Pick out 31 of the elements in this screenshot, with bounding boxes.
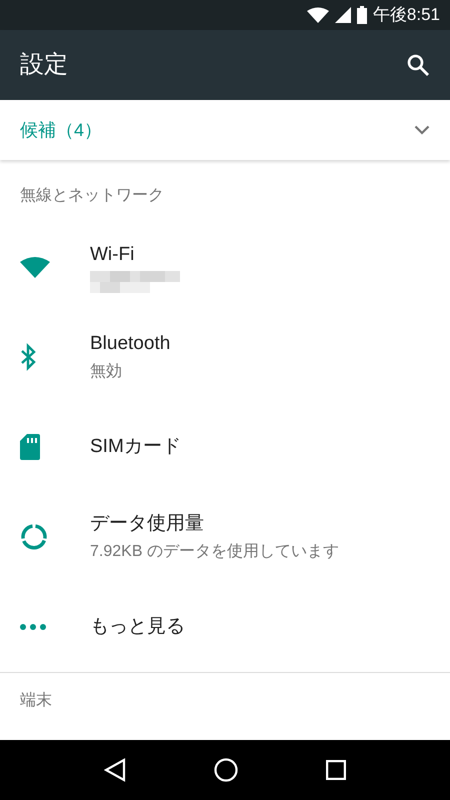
settings-item[interactable]: SIMカード: [0, 402, 450, 492]
item-summary: 無効: [90, 362, 122, 382]
back-icon[interactable]: [104, 758, 126, 782]
home-icon[interactable]: [214, 758, 238, 782]
settings-item[interactable]: Bluetooth 無効: [0, 312, 450, 402]
suggestions-row[interactable]: 候補（4）: [0, 100, 450, 160]
bluetooth-icon: [20, 343, 36, 371]
toolbar-title: 設定: [20, 50, 68, 80]
item-title: Bluetooth: [90, 332, 170, 356]
data-usage-icon: [20, 523, 48, 551]
settings-item[interactable]: データ使用量 7.92KB のデータを使用しています: [0, 492, 450, 582]
section-header: 無線とネットワーク: [19, 186, 165, 206]
item-title: Wi-Fi: [90, 242, 134, 267]
expand-chevron-icon: [414, 125, 430, 135]
more-icon: [20, 624, 46, 630]
cell-signal-icon: [334, 7, 351, 23]
status-time: 午後8:51: [372, 4, 440, 26]
wifi-signal-icon: [306, 7, 329, 23]
item-title: SIMカード: [90, 434, 181, 459]
recents-icon[interactable]: [326, 760, 346, 780]
section-header: 端末: [19, 690, 53, 711]
sim-card-icon: [20, 434, 40, 460]
item-summary: 7.92KB のデータを使用しています: [90, 542, 339, 562]
search-icon[interactable]: [406, 53, 430, 77]
item-title: データ使用量: [90, 512, 204, 536]
item-title: もっと見る: [90, 614, 185, 639]
wifi-icon: [20, 256, 50, 278]
suggestions-label: 候補（4）: [20, 118, 102, 142]
battery-icon: [356, 6, 367, 24]
settings-item[interactable]: Wi-Fi: [0, 222, 450, 312]
settings-item[interactable]: もっと見る: [0, 582, 450, 672]
